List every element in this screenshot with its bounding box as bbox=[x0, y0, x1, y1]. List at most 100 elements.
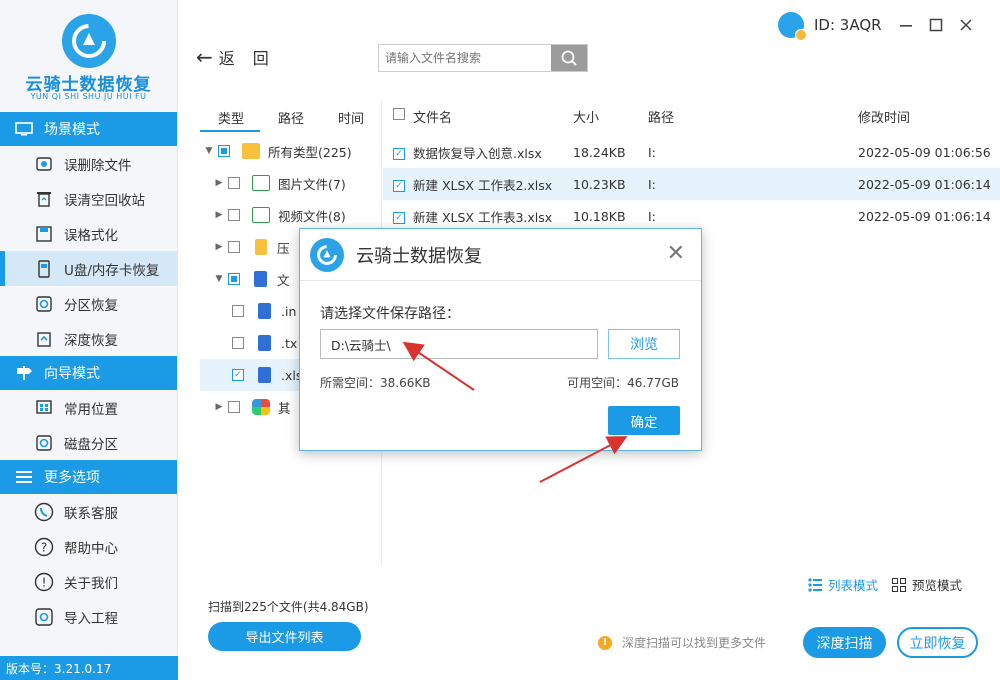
tree-row-images[interactable]: ▶ 图片文件(7) bbox=[200, 167, 380, 199]
nav-deleted-files[interactable]: 误删除文件 bbox=[0, 146, 177, 181]
col-size[interactable]: 大小 bbox=[573, 107, 648, 126]
warning-icon: ! bbox=[598, 635, 612, 650]
table-row[interactable]: ✓ 数据恢复导入创意.xlsx 18.24KB I: 2022-05-09 01… bbox=[383, 136, 1000, 168]
nav-import-project[interactable]: 导入工程 bbox=[0, 599, 177, 634]
expand-icon[interactable]: ▶ bbox=[210, 242, 228, 252]
back-nav[interactable]: ← 返 回 bbox=[196, 45, 269, 69]
select-all-checkbox[interactable] bbox=[393, 108, 405, 120]
group-title: 向导模式 bbox=[44, 366, 100, 382]
file-icon bbox=[258, 367, 271, 383]
row-checkbox[interactable]: ✓ bbox=[393, 148, 405, 161]
deleted-file-icon bbox=[34, 154, 54, 174]
confirm-button[interactable]: 确定 bbox=[608, 406, 680, 435]
nav-contact-support[interactable]: 联系客服 bbox=[0, 494, 177, 529]
checkbox[interactable] bbox=[228, 209, 240, 221]
archive-file-icon bbox=[255, 239, 267, 255]
search-input[interactable] bbox=[379, 45, 551, 71]
list-mode-label: 列表模式 bbox=[828, 578, 879, 593]
view-modes: 列表模式 预览模式 bbox=[808, 575, 976, 594]
tab-path[interactable]: 路径 bbox=[260, 100, 320, 132]
close-icon[interactable] bbox=[952, 14, 980, 36]
close-icon[interactable]: ✕ bbox=[667, 241, 685, 266]
browse-button[interactable]: 浏览 bbox=[608, 329, 680, 359]
nav-label: 分区恢复 bbox=[64, 297, 118, 314]
col-time[interactable]: 修改时间 bbox=[858, 107, 998, 126]
collapse-icon[interactable]: ▼ bbox=[210, 274, 228, 284]
required-space: 所需空间：38.66KB bbox=[320, 376, 431, 390]
expand-icon[interactable]: ▶ bbox=[210, 178, 228, 188]
expand-icon[interactable]: ▶ bbox=[210, 210, 228, 220]
user-id: ID: 3AQR bbox=[814, 16, 882, 34]
tree-row-videos[interactable]: ▶ 视频文件(8) bbox=[200, 199, 380, 231]
user-info[interactable]: ID: 3AQR bbox=[778, 12, 882, 41]
usb-card-icon bbox=[34, 259, 54, 279]
recycle-bin-icon bbox=[34, 189, 54, 209]
list-mode-button[interactable]: 列表模式 bbox=[808, 575, 878, 594]
group-title: 更多选项 bbox=[44, 470, 100, 486]
row-checkbox[interactable]: ✓ bbox=[393, 180, 405, 193]
checkbox[interactable] bbox=[228, 241, 240, 253]
group-guide-mode[interactable]: 向导模式 bbox=[0, 356, 177, 390]
dialog-header: 云骑士数据恢复 ✕ bbox=[300, 229, 701, 281]
app-logo-icon bbox=[62, 14, 116, 68]
nav-label: 常用位置 bbox=[64, 401, 118, 418]
sidebar: 云骑士数据恢复 YUN QI SHI SHU JU HUI FU 场景模式 误删… bbox=[0, 0, 178, 680]
nav-usb-card[interactable]: U盘/内存卡恢复 bbox=[0, 251, 177, 286]
checkbox[interactable]: ✓ bbox=[232, 369, 244, 381]
tab-time[interactable]: 时间 bbox=[320, 100, 380, 132]
tree-label: .tx bbox=[281, 335, 298, 351]
nav-common-locations[interactable]: 常用位置 bbox=[0, 390, 177, 425]
group-scene-mode[interactable]: 场景模式 bbox=[0, 112, 177, 146]
col-path[interactable]: 路径 bbox=[648, 107, 858, 126]
nav-recycle-bin[interactable]: 误清空回收站 bbox=[0, 181, 177, 216]
row-checkbox[interactable]: ✓ bbox=[393, 212, 405, 225]
nav-label: 联系客服 bbox=[64, 505, 118, 522]
disk-icon bbox=[34, 433, 54, 453]
dialog-title: 云骑士数据恢复 bbox=[356, 245, 482, 267]
video-file-icon bbox=[252, 207, 270, 223]
preview-mode-button[interactable]: 预览模式 bbox=[892, 575, 962, 594]
minimize-icon[interactable] bbox=[892, 14, 920, 36]
nav-deep-recovery[interactable]: 深度恢复 bbox=[0, 321, 177, 356]
tab-type[interactable]: 类型 bbox=[200, 100, 260, 132]
checkbox[interactable] bbox=[218, 145, 230, 157]
search-icon bbox=[561, 50, 577, 66]
nav-partition-recovery[interactable]: 分区恢复 bbox=[0, 286, 177, 321]
nav-label: 误格式化 bbox=[64, 227, 118, 244]
file-time: 2022-05-09 01:06:14 bbox=[858, 208, 991, 224]
checkbox[interactable] bbox=[228, 177, 240, 189]
phone-icon bbox=[34, 502, 54, 522]
table-row[interactable]: ✓ 新建 XLSX 工作表2.xlsx 10.23KB I: 2022-05-0… bbox=[383, 168, 1000, 200]
svg-text:!: ! bbox=[42, 575, 47, 589]
deep-scan-button[interactable]: 深度扫描 bbox=[803, 627, 886, 658]
checkbox[interactable] bbox=[228, 273, 240, 285]
recover-now-button[interactable]: 立即恢复 bbox=[897, 627, 978, 658]
tree-row-all-types[interactable]: ▼ 所有类型(225) bbox=[200, 135, 380, 167]
expand-icon[interactable]: ▶ bbox=[210, 402, 228, 412]
group-more-options[interactable]: 更多选项 bbox=[0, 460, 177, 494]
search-button[interactable] bbox=[551, 45, 587, 71]
col-name[interactable]: 文件名 bbox=[413, 107, 573, 126]
nav-formatted[interactable]: 误格式化 bbox=[0, 216, 177, 251]
collapse-icon[interactable]: ▼ bbox=[200, 146, 218, 156]
checkbox[interactable] bbox=[232, 305, 244, 317]
nav-about-us[interactable]: ! 关于我们 bbox=[0, 564, 177, 599]
nav-help-center[interactable]: ? 帮助中心 bbox=[0, 529, 177, 564]
available-space: 可用空间：46.77GB bbox=[567, 376, 679, 390]
app-pinyin: YUN QI SHI SHU JU HUI FU bbox=[30, 92, 147, 101]
maximize-icon[interactable] bbox=[922, 14, 950, 36]
checkbox[interactable] bbox=[232, 337, 244, 349]
avatar bbox=[778, 12, 807, 41]
export-list-button[interactable]: 导出文件列表 bbox=[208, 622, 361, 651]
nav-disk-partition[interactable]: 磁盘分区 bbox=[0, 425, 177, 460]
checkbox[interactable] bbox=[228, 401, 240, 413]
back-arrow-icon: ← bbox=[196, 45, 213, 69]
logo-area: 云骑士数据恢复 YUN QI SHI SHU JU HUI FU bbox=[0, 0, 177, 112]
menu-icon bbox=[14, 470, 34, 484]
save-path-input[interactable]: D:\云骑士\ bbox=[320, 329, 598, 359]
app-logo-icon bbox=[310, 237, 344, 272]
tree-label: 文 bbox=[277, 272, 290, 288]
nav-label: 误清空回收站 bbox=[64, 192, 145, 209]
tree-label: 图片文件(7) bbox=[278, 176, 346, 192]
file-icon bbox=[258, 335, 271, 351]
